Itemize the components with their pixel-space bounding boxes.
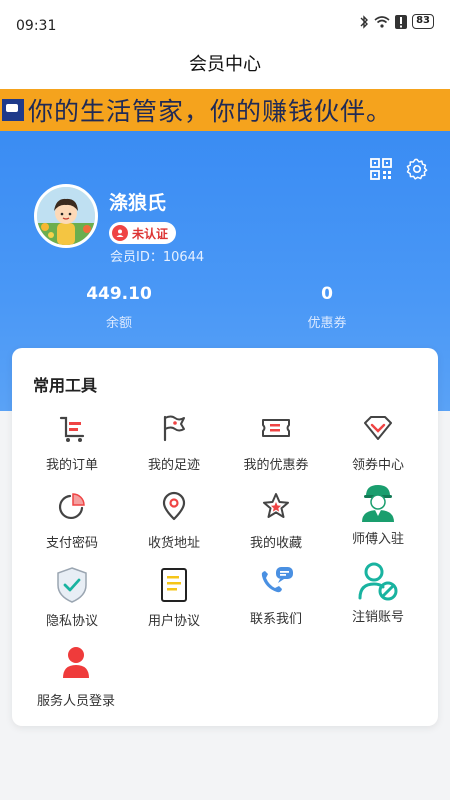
- tool-label: 我的订单: [45, 458, 98, 473]
- tool-my-favorites[interactable]: 我的收藏: [226, 488, 326, 551]
- location-icon: [156, 488, 192, 524]
- pie-icon: [54, 488, 90, 524]
- tool-shipping-address[interactable]: 收货地址: [124, 488, 224, 551]
- worker-icon: [358, 482, 398, 524]
- diamond-icon: [360, 410, 396, 446]
- bluetooth-icon: [360, 14, 369, 29]
- battery-indicator: 83: [412, 14, 434, 29]
- certification-badge[interactable]: 未认证: [109, 222, 177, 244]
- wifi-icon: [374, 15, 390, 28]
- status-time: 09:31: [16, 18, 57, 34]
- user-circle-icon: [112, 225, 128, 241]
- tool-label: 收货地址: [147, 536, 200, 551]
- document-icon: [156, 566, 192, 604]
- phone-chat-icon: [256, 564, 296, 604]
- tool-user-agreement[interactable]: 用户协议: [124, 566, 224, 629]
- tool-my-coupons[interactable]: 我的优惠券: [226, 410, 326, 473]
- balance-label: 余额: [105, 316, 132, 331]
- tool-my-footprints[interactable]: 我的足迹: [124, 410, 224, 473]
- banner-text: 你的生活管家，你的赚钱伙伴。: [28, 97, 393, 126]
- tool-label: 我的优惠券: [243, 458, 309, 473]
- person-icon: [58, 644, 94, 680]
- status-bar: 09:31 83: [0, 0, 450, 44]
- coupon-count: 0: [321, 284, 333, 304]
- tools-title: 常用工具: [33, 376, 98, 395]
- tool-my-orders[interactable]: 我的订单: [22, 410, 122, 473]
- tool-technician-join[interactable]: 师傅入驻: [328, 482, 428, 547]
- flag-icon: [156, 410, 192, 446]
- tool-contact-us[interactable]: 联系我们: [226, 564, 326, 627]
- tool-label: 支付密码: [45, 536, 98, 551]
- user-cancel-icon: [357, 560, 399, 602]
- bottom-spacer: [0, 740, 450, 800]
- balance-stat[interactable]: 449.10 余额: [49, 284, 189, 331]
- certification-status: 未认证: [132, 226, 169, 241]
- tool-payment-password[interactable]: 支付密码: [22, 488, 122, 551]
- ticket-icon: [258, 410, 294, 446]
- tools-card: 常用工具 我的订单 我的足迹 我的优惠券 领券中心 支付密码 收货地址 我的收藏…: [12, 348, 438, 726]
- avatar-image: [37, 187, 95, 245]
- tool-label: 领券中心: [351, 458, 404, 473]
- coupon-stat[interactable]: 0 优惠券: [257, 284, 397, 331]
- tool-label: 注销账号: [351, 610, 404, 625]
- status-icons: 83: [359, 14, 434, 29]
- coupon-label: 优惠券: [307, 316, 347, 331]
- avatar[interactable]: [34, 184, 98, 248]
- tool-label: 联系我们: [249, 612, 302, 627]
- tool-label: 隐私协议: [45, 614, 98, 629]
- tool-label: 服务人员登录: [36, 694, 115, 709]
- promo-banner[interactable]: 你的生活管家，你的赚钱伙伴。: [0, 89, 450, 131]
- cart-icon: [54, 410, 90, 446]
- tool-privacy-policy[interactable]: 隐私协议: [22, 566, 122, 629]
- tool-service-staff-login[interactable]: 服务人员登录: [26, 644, 126, 709]
- qrcode-icon[interactable]: [370, 158, 392, 180]
- balance-value: 449.10: [86, 284, 152, 304]
- user-name: 涤狼氏: [109, 192, 167, 214]
- tool-coupon-center[interactable]: 领券中心: [328, 410, 428, 473]
- tool-delete-account[interactable]: 注销账号: [328, 560, 428, 625]
- page-title: 会员中心: [0, 44, 450, 89]
- member-id: 会员ID：10644: [110, 250, 205, 265]
- banner-logo-icon: [2, 99, 24, 121]
- star-icon: [258, 488, 294, 524]
- tool-label: 我的足迹: [147, 458, 200, 473]
- tool-label: 我的收藏: [249, 536, 302, 551]
- tool-label: 用户协议: [147, 614, 200, 629]
- header-actions: [370, 158, 428, 180]
- tool-label: 师傅入驻: [351, 532, 404, 547]
- shield-check-icon: [54, 566, 90, 604]
- settings-gear-icon[interactable]: [406, 158, 428, 180]
- alert-icon: [395, 14, 408, 29]
